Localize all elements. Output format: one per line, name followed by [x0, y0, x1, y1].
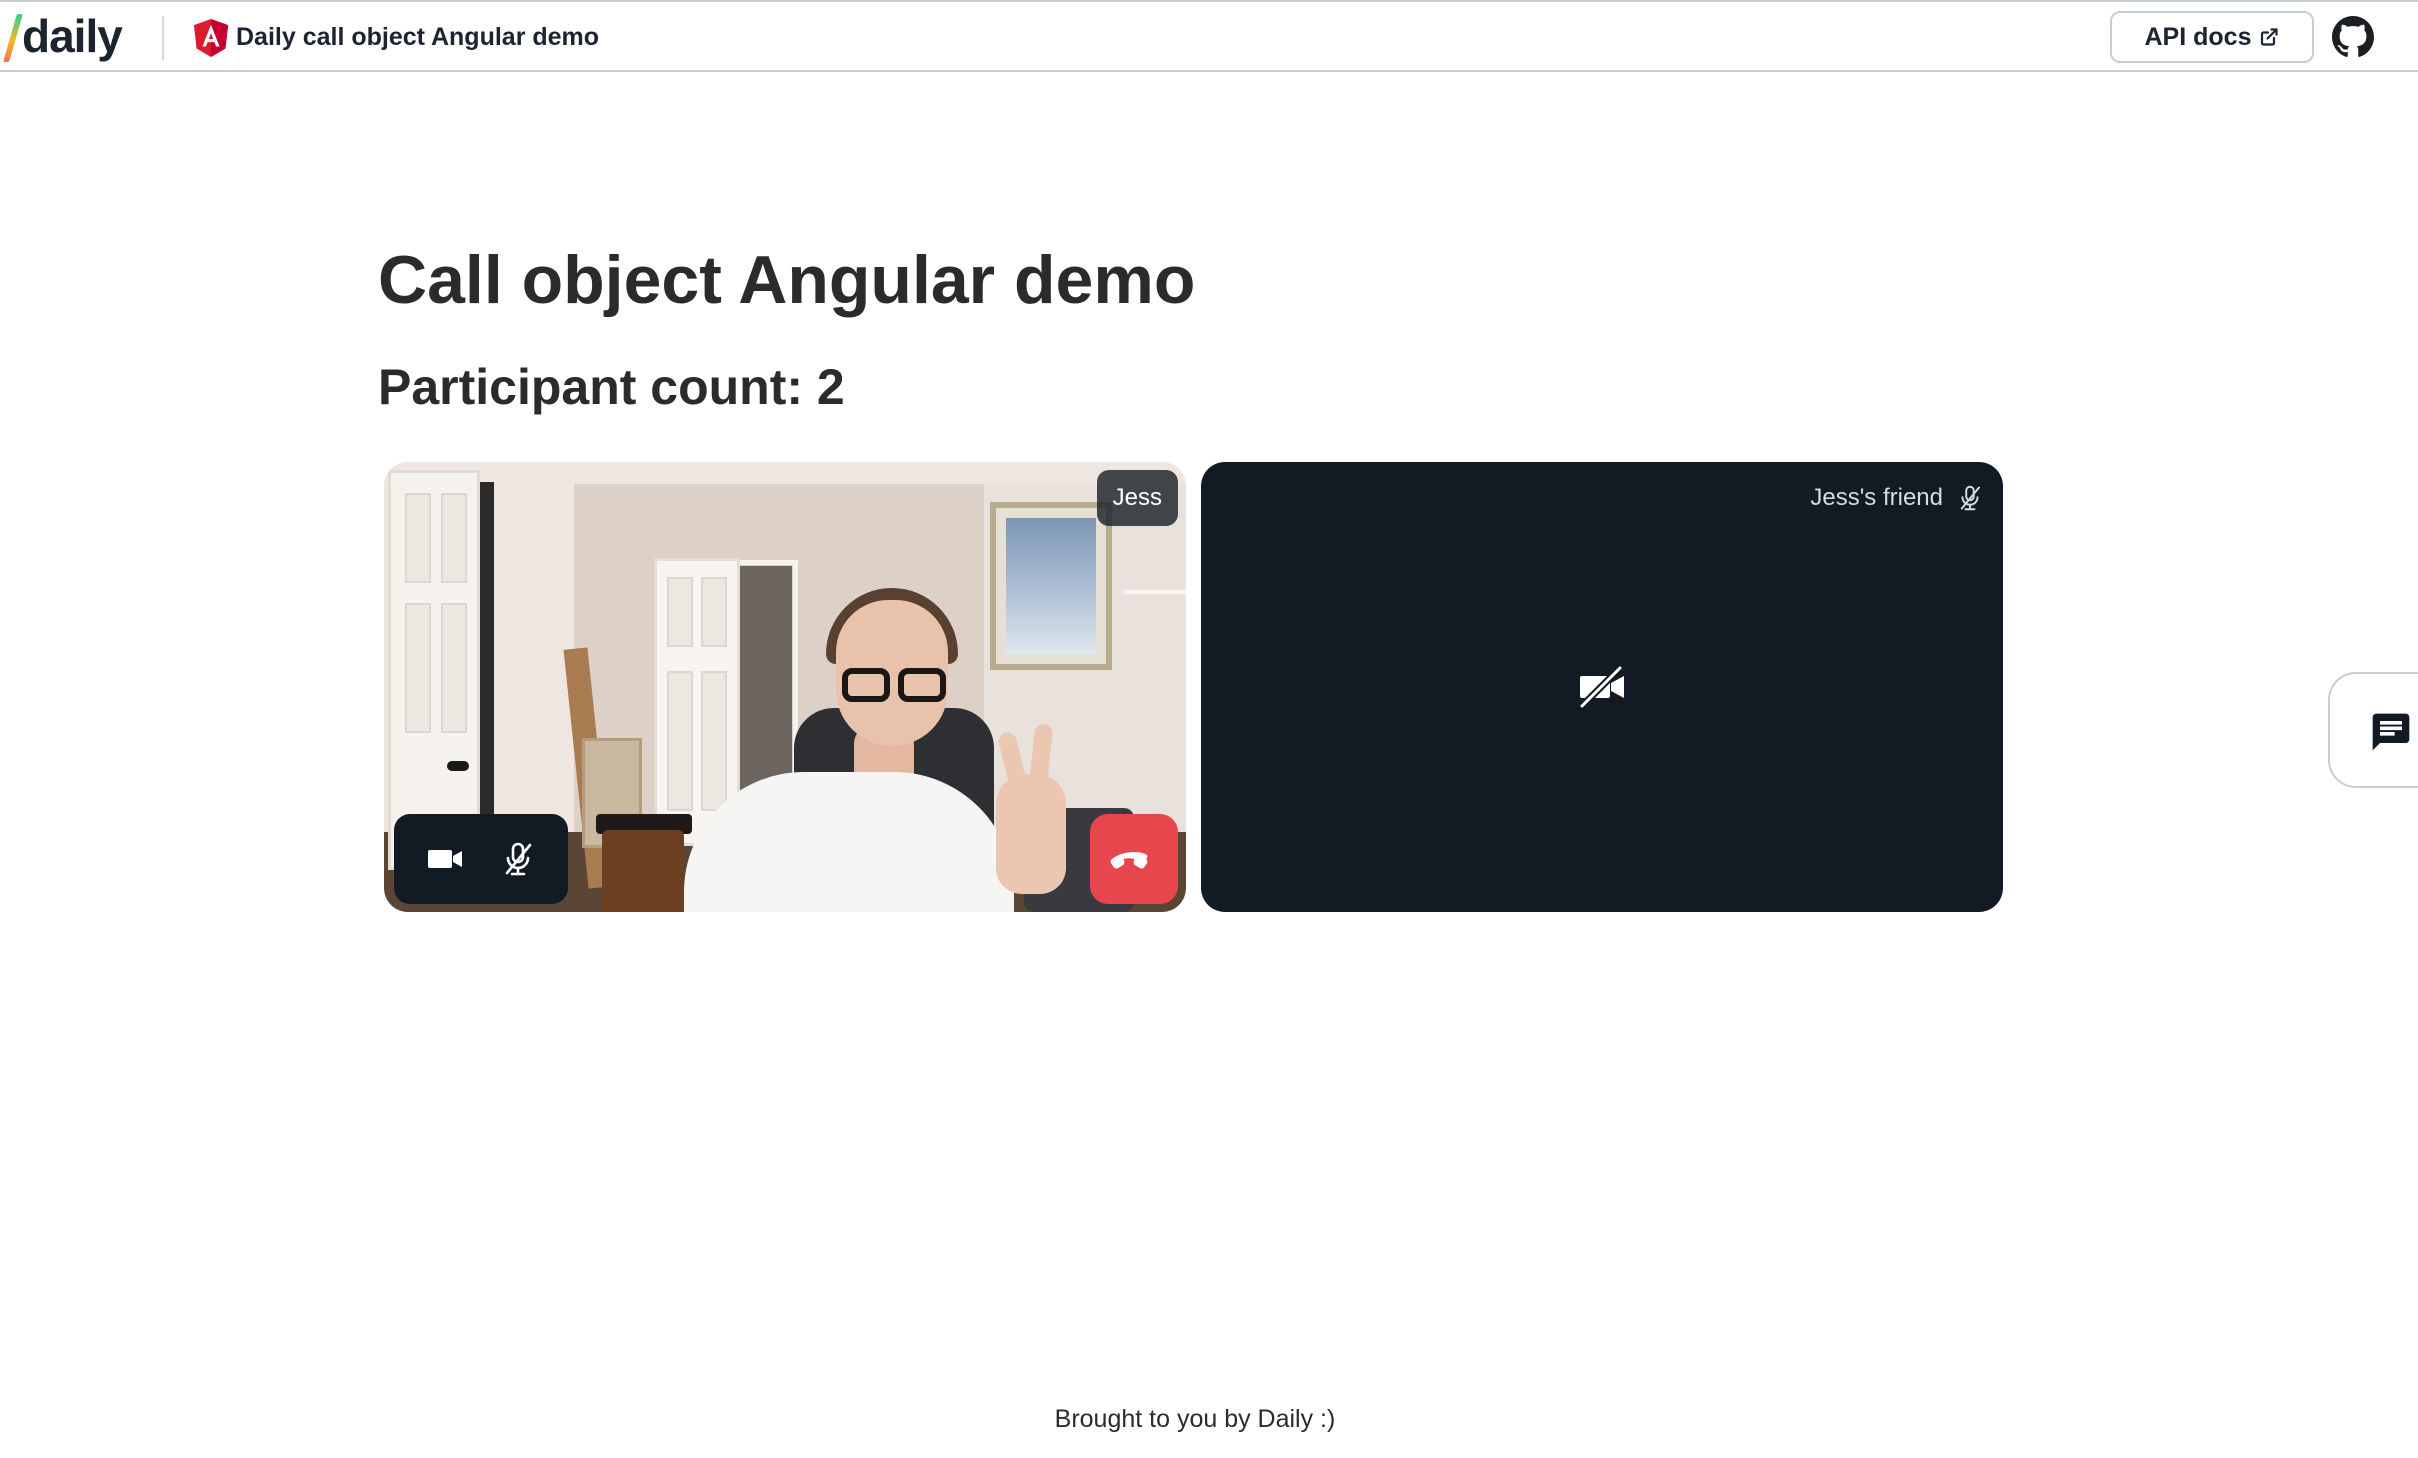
- participant-name-tag: Jess's friend: [1810, 484, 1943, 511]
- api-docs-button[interactable]: API docs: [2110, 11, 2314, 63]
- external-link-icon: [2261, 28, 2279, 46]
- footer-text: Brought to you by Daily :): [1054, 1405, 1336, 1433]
- remote-participant-label: Jess's friend: [1810, 480, 1985, 516]
- logo-text: daily: [22, 10, 123, 62]
- angular-logo-icon: [193, 19, 229, 57]
- top-header: daily Daily call object Angular demo API…: [0, 0, 2418, 72]
- mic-off-icon: [1960, 485, 1980, 511]
- logo-slash-mark: [3, 14, 23, 62]
- camera-toggle-button[interactable]: [417, 831, 473, 887]
- daily-logo[interactable]: daily: [3, 10, 123, 66]
- local-video-tile: Jess: [384, 462, 1186, 912]
- video-off-icon: [1578, 664, 1624, 710]
- participant-name-tag: Jess: [1096, 470, 1178, 526]
- remote-video-tile: Jess's friend: [1201, 462, 2003, 912]
- header-divider: [162, 16, 164, 60]
- call-controls: [394, 814, 568, 904]
- video-camera-icon: [427, 850, 462, 868]
- chat-toggle-button[interactable]: [2328, 672, 2418, 788]
- api-docs-label: API docs: [2144, 22, 2252, 51]
- participant-count: Participant count: 2: [378, 359, 845, 415]
- leave-call-button[interactable]: [1090, 814, 1178, 904]
- page-title: Call object Angular demo: [378, 242, 1196, 318]
- mic-off-icon: [505, 842, 531, 876]
- chat-icon: [2372, 713, 2410, 751]
- header-title: Daily call object Angular demo: [236, 23, 600, 51]
- mic-toggle-button[interactable]: [490, 831, 546, 887]
- hang-up-icon: [1110, 852, 1148, 869]
- github-icon[interactable]: [2332, 16, 2374, 58]
